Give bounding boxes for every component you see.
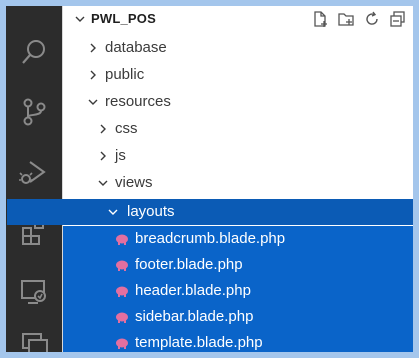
tree-item-layouts[interactable]: layouts: [7, 199, 413, 225]
new-file-icon[interactable]: [311, 10, 329, 28]
tree-item-resources[interactable]: resources: [63, 89, 413, 115]
vscode-window: PWL_POS database public resources css js…: [6, 6, 413, 352]
file-label: template.blade.php: [135, 334, 263, 351]
file-item-footer[interactable]: footer.blade.php: [63, 252, 413, 278]
file-label: footer.blade.php: [135, 256, 243, 273]
extra-panel-icon[interactable]: [16, 328, 52, 352]
explorer-panel: PWL_POS database public resources css js…: [7, 6, 413, 352]
run-debug-icon[interactable]: [16, 154, 52, 190]
chevron-down-icon: [86, 89, 100, 115]
explorer-root-header[interactable]: PWL_POS: [63, 6, 413, 32]
tree-item-public[interactable]: public: [63, 62, 413, 88]
tree-item-label: layouts: [127, 203, 175, 220]
file-item-header[interactable]: header.blade.php: [63, 278, 413, 304]
tree-item-label: js: [115, 147, 126, 164]
explorer-actions: [311, 6, 407, 32]
file-label: sidebar.blade.php: [135, 308, 254, 325]
tree-item-label: css: [115, 120, 138, 137]
root-folder-title: PWL_POS: [91, 11, 156, 26]
file-item-breadcrumb[interactable]: breadcrumb.blade.php: [63, 226, 413, 252]
blade-file-icon: [115, 259, 129, 271]
search-icon[interactable]: [16, 34, 52, 70]
file-label: header.blade.php: [135, 282, 251, 299]
blade-file-icon: [115, 337, 129, 349]
collapse-all-icon[interactable]: [389, 10, 407, 28]
file-item-sidebar[interactable]: sidebar.blade.php: [63, 304, 413, 330]
chevron-right-icon: [86, 62, 100, 88]
tree-item-label: resources: [105, 93, 171, 110]
refresh-icon[interactable]: [363, 10, 381, 28]
tree-item-label: database: [105, 39, 167, 56]
chevron-down-icon: [73, 6, 87, 32]
source-control-icon[interactable]: [16, 94, 52, 130]
activity-bar: [6, 6, 62, 352]
new-folder-icon[interactable]: [337, 10, 355, 28]
tree-item-label: public: [105, 66, 145, 83]
chevron-down-icon: [106, 199, 120, 225]
tree-item-label: views: [115, 174, 153, 191]
tree-item-database[interactable]: database: [63, 35, 413, 61]
tree-item-views[interactable]: views: [63, 170, 413, 196]
tree-item-css[interactable]: css: [63, 116, 413, 142]
tree-item-js[interactable]: js: [63, 143, 413, 169]
chevron-right-icon: [96, 143, 110, 169]
blade-file-icon: [115, 311, 129, 323]
file-item-template[interactable]: template.blade.php: [63, 330, 413, 352]
blade-file-icon: [115, 233, 129, 245]
chevron-right-icon: [86, 35, 100, 61]
file-label: breadcrumb.blade.php: [135, 230, 286, 247]
remote-explorer-icon[interactable]: [16, 274, 52, 310]
chevron-right-icon: [96, 116, 110, 142]
blade-file-icon: [115, 285, 129, 297]
chevron-down-icon: [96, 170, 110, 196]
